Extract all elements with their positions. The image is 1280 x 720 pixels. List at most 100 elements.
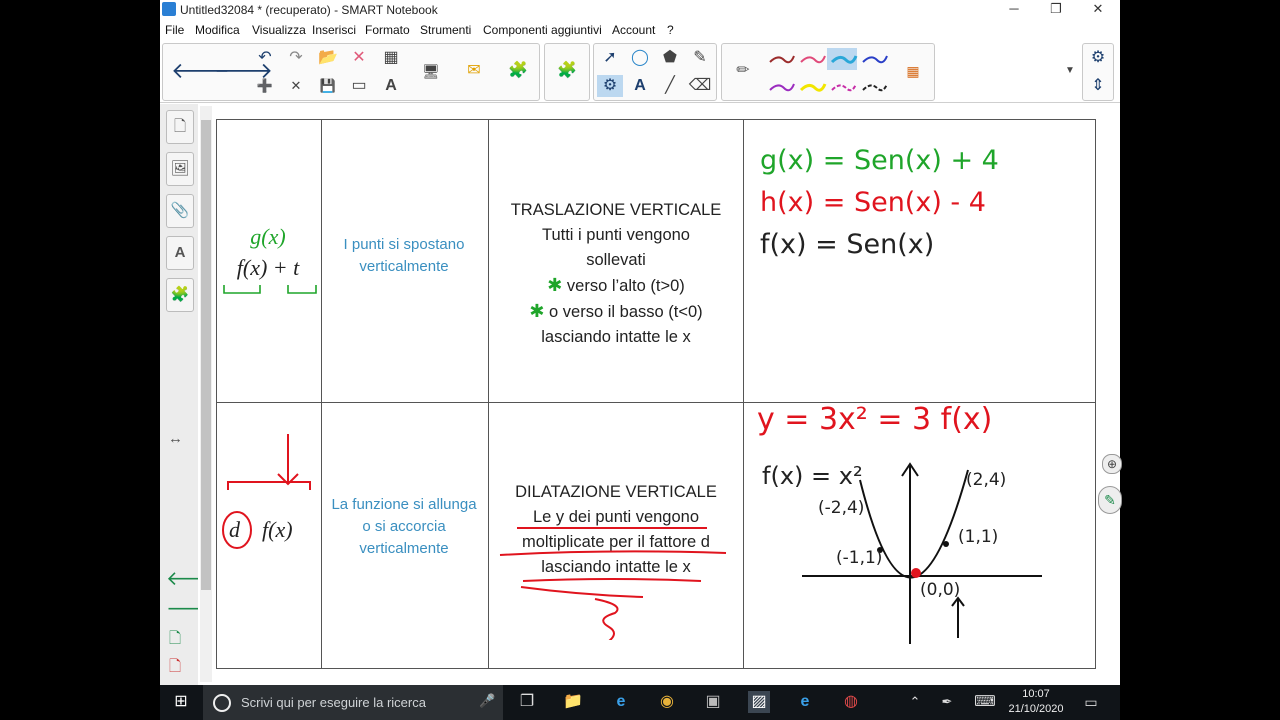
example-f: f(x) = Sen(x) [760,229,935,260]
toolbar-position-icon[interactable]: ⇕ [1085,75,1111,97]
smart-notebook-app-icon [162,2,176,16]
scrollbar-thumb[interactable] [201,120,211,590]
document-camera-icon[interactable]: 🖥 [418,60,444,82]
col-divider-1 [321,120,322,668]
select-icon[interactable]: ➚ [597,47,623,69]
row2-explanation-title: DILATAZIONE VERTICALE [515,483,717,501]
menu-file[interactable]: File [165,23,184,37]
pen-workspace-icon[interactable]: ✒ [936,691,958,713]
row1-description: I punti si spostano verticalmente [343,236,465,275]
eraser-icon[interactable]: ⌫ [687,75,713,97]
smart-notebook-taskbar-icon[interactable]: ▨ [748,691,770,713]
delete-icon[interactable]: ✕ [346,47,372,69]
text-tool-icon[interactable]: A [627,75,653,97]
title-bar: Untitled32084 * (recuperato) - SMART Not… [160,0,1120,20]
toolbar-group-tools: ➚ ◯ ⬟ ✎ ⚙ A ╱ ⌫ [593,43,717,101]
color-picker-icon[interactable]: ▦ [900,60,926,82]
forward-arrow-icon[interactable]: 🡒 [214,60,273,82]
puzzle-icon[interactable]: 🧩 [554,60,580,82]
microphone-icon[interactable]: 🎤 [479,693,495,709]
row1-explanation-line2: sollevati [586,251,646,269]
screen-shade-icon[interactable]: ▭ [346,75,372,97]
fill-icon[interactable]: ⬟ [657,47,683,69]
row1-explanation-title: TRASLAZIONE VERTICALE [510,201,722,219]
redo-icon[interactable]: ↷ [283,47,309,69]
more-tools-dropdown[interactable]: ▼ [1057,60,1083,82]
row2-coefficient: d [229,517,240,542]
delete-page-side-icon[interactable]: 🗋 [169,656,181,681]
menu-inserisci[interactable]: Inserisci [312,23,356,37]
keyboard-icon[interactable]: ⌨ [974,691,996,713]
magic-pen-icon[interactable]: ✎ [687,47,713,69]
bullet-asterisk-icon: ✱ [547,275,563,295]
resize-sidebar-icon[interactable]: ↔ [168,430,183,447]
menu-account[interactable]: Account [612,23,655,37]
add-ons-icon[interactable]: 🧩 [505,60,531,82]
customize-toolbar-icon[interactable]: ⚙ [1085,47,1111,69]
taskbar-search-box[interactable]: Scrivi qui per eseguire la ricerca 🎤 [203,685,503,720]
cursor-icon[interactable]: ⊕ [1102,454,1122,474]
pen-icon[interactable]: ✏ [730,60,756,82]
point-1-1 [943,541,949,547]
row1-explanation-line3: ✱ verso l’alto (t>0) [490,273,742,299]
line-tool-icon[interactable]: ╱ [657,75,683,97]
text-recognition-icon[interactable]: A [378,75,404,97]
row1-up-text: verso l’alto (t>0) [566,277,685,295]
minimize-button[interactable]: ─ [992,0,1036,20]
example-y: y = 3x² = 3 f(x) [757,402,993,437]
side-tabs: 🗋 🖼 📎 A 🧩 ↔ 🡐 🡒 🗋 🗋 [160,104,220,685]
menu-strumenti[interactable]: Strumenti [420,23,471,37]
new-page-icon[interactable]: ➕ [252,75,278,97]
maximize-button[interactable]: ❐ [1034,0,1078,20]
notifications-icon[interactable]: ▭ [1080,691,1102,713]
menu-formato[interactable]: Formato [365,23,410,37]
task-view-icon[interactable]: ❐ [516,691,538,713]
add-ons-tab-icon[interactable]: 🧩 [166,278,194,312]
back-arrow-icon[interactable]: 🡐 [171,60,230,82]
internet-explorer-icon[interactable]: e [610,691,632,713]
add-page-icon[interactable]: 🗋 [169,628,181,653]
row1-explanation-line4: ✱ o verso il basso (t<0) [490,299,742,325]
vertical-scrollbar[interactable] [200,106,212,682]
gallery-icon[interactable]: 🖼 [166,152,194,186]
row1-down-text: o verso il basso (t<0) [549,303,703,321]
label-neg2-4: (-2,4) [818,498,865,518]
chevron-up-icon[interactable]: ⌃ [904,691,926,713]
properties-tab-icon[interactable]: A [166,236,194,270]
menu-bar: File Modifica Visualizza Inserisci Forma… [160,20,1120,40]
attachments-icon[interactable]: 📎 [166,194,194,228]
shapes-icon[interactable]: ◯ [627,47,653,69]
page-sorter-icon[interactable]: 🗋 [166,110,194,144]
window-title: Untitled32084 * (recuperato) - SMART Not… [180,3,438,17]
undo-icon[interactable]: ↶ [252,47,278,69]
chrome-icon[interactable]: ◉ [656,691,678,713]
pen-color-palette[interactable] [766,48,896,98]
response-icon[interactable]: ✉ [461,60,487,82]
edge-icon[interactable]: e [794,691,816,713]
table-icon[interactable]: ▦ [378,47,404,69]
windows-start-icon[interactable]: ⊞ [170,691,192,713]
app2-icon[interactable]: ◍ [840,691,862,713]
delete-page-icon[interactable]: ✕ [283,75,309,97]
bullet-asterisk-icon: ✱ [529,301,545,321]
open-icon[interactable]: 📂 [315,47,341,69]
toolbar-group-addons: 🧩 [544,43,590,101]
row1-explanation-line5: lasciando intatte le x [541,328,691,346]
floating-pen-icon[interactable]: ✎ [1098,486,1122,514]
toolbar-group-settings: ⚙ ⇕ [1082,43,1114,101]
close-button[interactable]: ✕ [1076,0,1120,20]
app-icon[interactable]: ▣ [702,691,724,713]
menu-visualizza[interactable]: Visualizza [252,23,306,37]
taskbar: ⊞ Scrivi qui per eseguire la ricerca 🎤 ❐… [160,685,1120,720]
clock-time: 10:07 [1022,688,1050,700]
properties-icon[interactable]: ⚙ [597,75,623,97]
col-divider-3 [743,120,744,668]
menu-componenti-aggiuntivi[interactable]: Componenti aggiuntivi [483,23,602,37]
row1-notation: f(x) + t [236,255,300,280]
clock[interactable]: 10:07 21/10/2020 [1006,687,1066,717]
menu-modifica[interactable]: Modifica [195,23,240,37]
label-2-4: (2,4) [966,470,1007,490]
save-icon[interactable]: 💾 [315,75,341,97]
menu-help[interactable]: ? [667,23,674,37]
file-explorer-icon[interactable]: 📁 [562,691,584,713]
